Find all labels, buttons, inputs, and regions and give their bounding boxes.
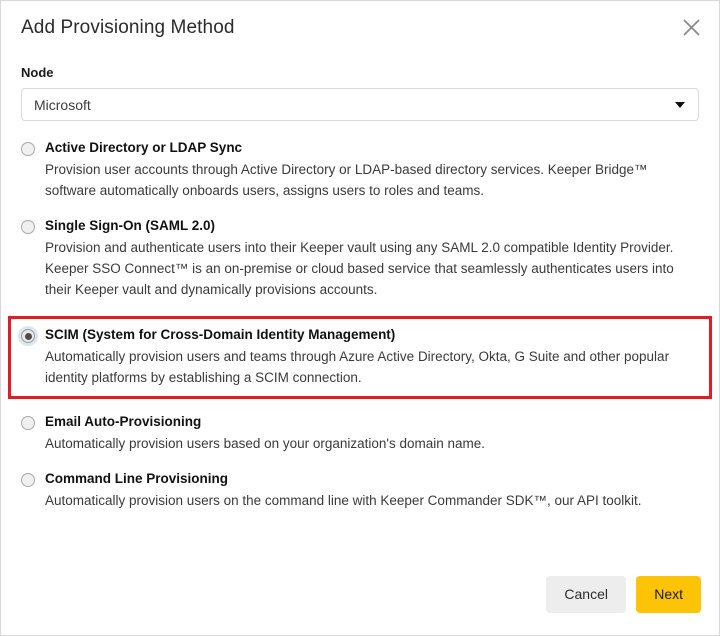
node-select-value: Microsoft bbox=[34, 96, 91, 113]
option-body: SCIM (System for Cross-Domain Identity M… bbox=[45, 326, 699, 388]
close-icon[interactable] bbox=[677, 13, 705, 41]
option-scim[interactable]: SCIM (System for Cross-Domain Identity M… bbox=[8, 316, 712, 399]
node-select[interactable]: Microsoft bbox=[21, 88, 699, 121]
option-title: Command Line Provisioning bbox=[45, 471, 229, 486]
option-body: Active Directory or LDAP Sync Provision u… bbox=[45, 139, 699, 201]
page-title: Add Provisioning Method bbox=[21, 17, 235, 38]
option-title: Email Auto-Provisioning bbox=[45, 414, 202, 429]
node-field: Node Microsoft bbox=[1, 55, 719, 121]
option-title: Single Sign-On (SAML 2.0) bbox=[45, 218, 216, 233]
option-body: Single Sign-On (SAML 2.0) Provision and a… bbox=[45, 217, 699, 300]
radio-active-directory-ldap-sync[interactable] bbox=[21, 142, 35, 156]
dialog-header: Add Provisioning Method bbox=[1, 1, 719, 55]
chevron-down-icon bbox=[675, 101, 685, 108]
node-field-label: Node bbox=[21, 65, 54, 80]
option-body: Command Line Provisioning Automatically p… bbox=[45, 470, 699, 511]
radio-command-line-provisioning[interactable] bbox=[21, 473, 35, 487]
provisioning-method-options: Active Directory or LDAP Sync Provision u… bbox=[1, 121, 719, 511]
add-provisioning-method-dialog: Add Provisioning Method Node Microsoft A… bbox=[0, 0, 720, 636]
option-active-directory-ldap-sync[interactable]: Active Directory or LDAP Sync Provision u… bbox=[21, 139, 699, 201]
option-command-line-provisioning[interactable]: Command Line Provisioning Automatically p… bbox=[21, 470, 699, 511]
option-title: Active Directory or LDAP Sync bbox=[45, 140, 243, 155]
radio-scim[interactable] bbox=[21, 329, 35, 343]
option-description: Provision user accounts through Active D… bbox=[45, 162, 648, 198]
option-title: SCIM (System for Cross-Domain Identity M… bbox=[45, 327, 396, 342]
option-description: Automatically provision users and teams … bbox=[45, 349, 670, 385]
radio-single-sign-on-saml[interactable] bbox=[21, 220, 35, 234]
cancel-button[interactable]: Cancel bbox=[546, 575, 627, 613]
option-description: Automatically provision users on the com… bbox=[45, 493, 642, 508]
option-email-auto-provisioning[interactable]: Email Auto-Provisioning Automatically pro… bbox=[21, 413, 699, 454]
option-description: Provision and authenticate users into th… bbox=[45, 240, 674, 297]
option-description: Automatically provision users based on y… bbox=[45, 436, 486, 451]
next-button[interactable]: Next bbox=[636, 575, 701, 613]
radio-email-auto-provisioning[interactable] bbox=[21, 416, 35, 430]
dialog-footer: Cancel Next bbox=[1, 563, 719, 635]
option-body: Email Auto-Provisioning Automatically pro… bbox=[45, 413, 699, 454]
option-single-sign-on-saml[interactable]: Single Sign-On (SAML 2.0) Provision and a… bbox=[21, 217, 699, 300]
